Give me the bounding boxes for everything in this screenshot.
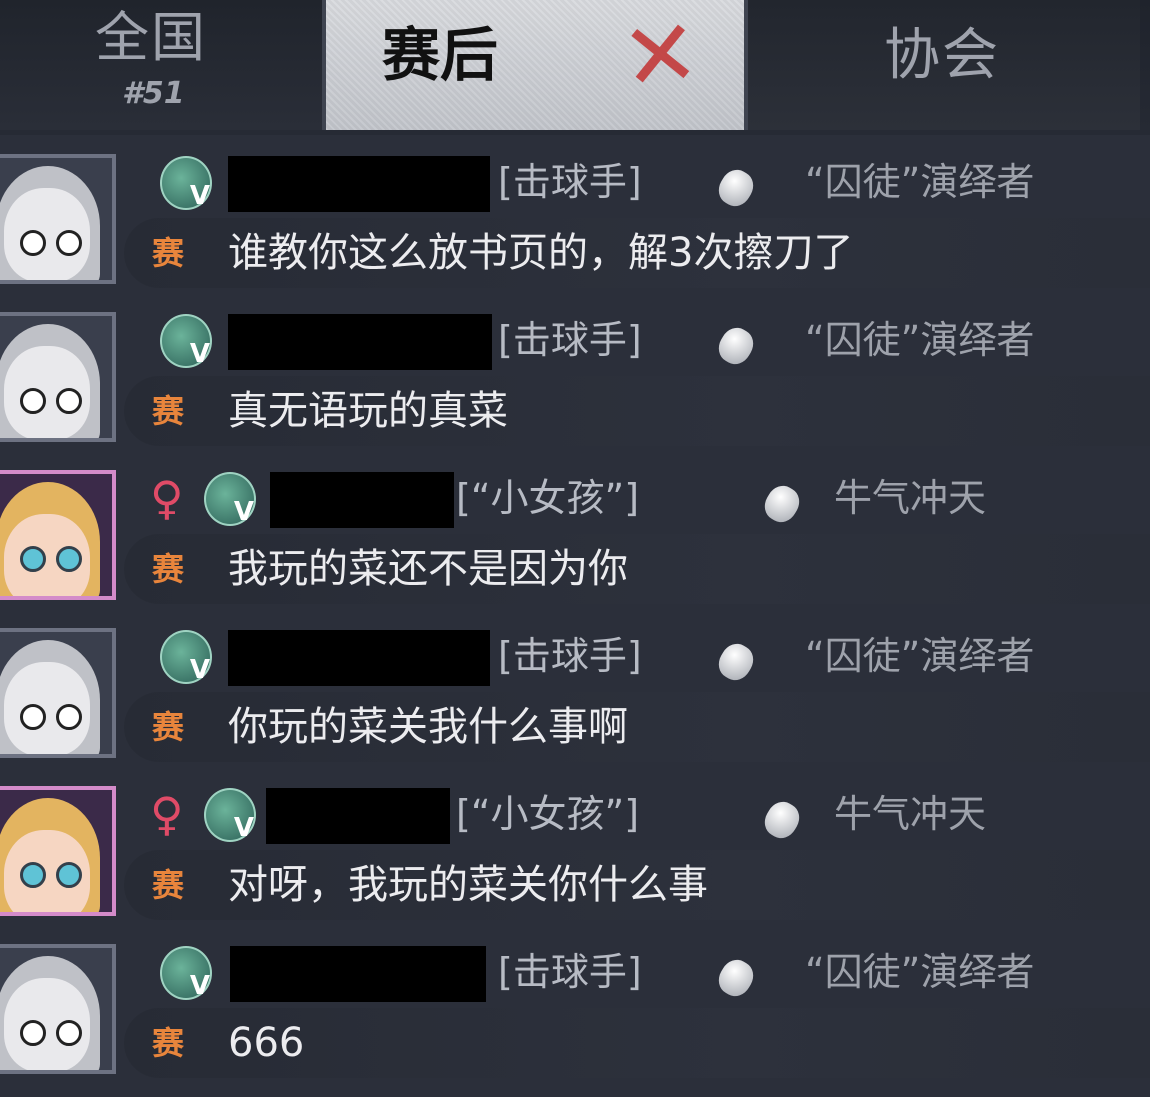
message-header: V [击球手] “囚徒”演绎者 bbox=[150, 308, 1150, 378]
redacted-username[interactable] bbox=[228, 630, 490, 686]
message-bubble: 赛 谁教你这么放书页的，解3次擦刀了 bbox=[124, 218, 1150, 288]
player-avatar[interactable] bbox=[0, 944, 116, 1074]
player-role: [击球手] bbox=[498, 634, 642, 678]
message-text: 真无语玩的真菜 bbox=[228, 388, 508, 434]
tab-association[interactable]: 协会 bbox=[748, 0, 1140, 130]
player-title: 牛气冲天 bbox=[834, 476, 987, 520]
match-tag: 赛 bbox=[152, 392, 185, 430]
match-tag: 赛 bbox=[152, 1024, 185, 1062]
redacted-username[interactable] bbox=[270, 472, 454, 528]
redacted-username[interactable] bbox=[230, 946, 486, 1002]
player-avatar[interactable] bbox=[0, 312, 116, 442]
message-bubble: 赛 你玩的菜关我什么事啊 bbox=[124, 692, 1150, 762]
vip-badge-icon: V bbox=[204, 472, 256, 526]
player-role: [击球手] bbox=[498, 950, 642, 994]
vip-badge-icon: V bbox=[160, 946, 212, 1000]
female-gender-icon: ♀ bbox=[150, 471, 184, 525]
player-avatar[interactable] bbox=[0, 786, 116, 916]
message-text: 谁教你这么放书页的，解3次擦刀了 bbox=[228, 230, 854, 276]
message-text: 对呀，我玩的菜关你什么事 bbox=[228, 862, 708, 908]
cross-mark-icon: ✕ bbox=[616, 0, 705, 113]
player-avatar[interactable] bbox=[0, 470, 116, 600]
player-role: [击球手] bbox=[498, 318, 642, 362]
redacted-username[interactable] bbox=[228, 314, 492, 370]
message-bubble: 赛 对呀，我玩的菜关你什么事 bbox=[124, 850, 1150, 920]
player-title: “囚徒”演绎者 bbox=[805, 950, 1035, 994]
tab-postgame-label: 赛后 bbox=[382, 21, 499, 89]
female-gender-icon: ♀ bbox=[150, 787, 184, 841]
chat-message: ♀ V [“小女孩”] 牛气冲天 赛 对呀，我玩的菜关你什么事 bbox=[0, 782, 1150, 939]
badge-pin-icon bbox=[713, 954, 759, 1002]
badge-pin-icon bbox=[713, 322, 759, 370]
tab-bar: 全国 #51 赛后 ✕ 协会 bbox=[0, 0, 1150, 135]
message-header: V [击球手] “囚徒”演绎者 bbox=[150, 624, 1150, 694]
match-tag: 赛 bbox=[152, 550, 185, 588]
redacted-username[interactable] bbox=[228, 156, 490, 212]
vip-badge-icon: V bbox=[160, 630, 212, 684]
badge-pin-icon bbox=[713, 164, 759, 212]
message-header: ♀ V [“小女孩”] 牛气冲天 bbox=[150, 466, 1150, 536]
message-bubble: 赛 真无语玩的真菜 bbox=[124, 376, 1150, 446]
message-header: V [击球手] “囚徒”演绎者 bbox=[150, 150, 1150, 220]
player-title: 牛气冲天 bbox=[834, 792, 987, 836]
player-avatar[interactable] bbox=[0, 154, 116, 284]
message-text: 666 bbox=[228, 1020, 305, 1066]
match-tag: 赛 bbox=[152, 866, 185, 904]
player-role: [击球手] bbox=[498, 160, 642, 204]
player-avatar[interactable] bbox=[0, 628, 116, 758]
chat-message: ♀ V [“小女孩”] 牛气冲天 赛 我玩的菜还不是因为你 bbox=[0, 466, 1150, 623]
badge-pin-icon bbox=[759, 796, 805, 844]
chat-message: V [击球手] “囚徒”演绎者 赛 666 bbox=[0, 940, 1150, 1097]
player-title: “囚徒”演绎者 bbox=[805, 634, 1035, 678]
badge-pin-icon bbox=[759, 480, 805, 528]
tab-association-label: 协会 bbox=[884, 23, 1000, 88]
message-bubble: 赛 我玩的菜还不是因为你 bbox=[124, 534, 1150, 604]
tab-national-label: 全国 bbox=[95, 6, 207, 69]
message-text: 我玩的菜还不是因为你 bbox=[228, 546, 628, 592]
match-tag: 赛 bbox=[152, 234, 185, 272]
redacted-username[interactable] bbox=[266, 788, 450, 844]
message-header: ♀ V [“小女孩”] 牛气冲天 bbox=[150, 782, 1150, 852]
player-title: “囚徒”演绎者 bbox=[805, 160, 1035, 204]
national-rank: #51 bbox=[122, 76, 185, 111]
chat-message: V [击球手] “囚徒”演绎者 赛 真无语玩的真菜 bbox=[0, 308, 1150, 465]
message-text: 你玩的菜关我什么事啊 bbox=[228, 704, 628, 750]
chat-message: V [击球手] “囚徒”演绎者 赛 谁教你这么放书页的，解3次擦刀了 bbox=[0, 150, 1150, 307]
vip-badge-icon: V bbox=[160, 314, 212, 368]
tab-national[interactable]: 全国 #51 bbox=[0, 0, 322, 130]
player-role: [“小女孩”] bbox=[456, 476, 640, 520]
player-role: [“小女孩”] bbox=[456, 792, 640, 836]
vip-badge-icon: V bbox=[160, 156, 212, 210]
message-bubble: 赛 666 bbox=[124, 1008, 1150, 1078]
message-header: V [击球手] “囚徒”演绎者 bbox=[150, 940, 1150, 1010]
badge-pin-icon bbox=[713, 638, 759, 686]
vip-badge-icon: V bbox=[204, 788, 256, 842]
match-tag: 赛 bbox=[152, 708, 185, 746]
tab-postgame[interactable]: 赛后 ✕ bbox=[326, 0, 744, 130]
player-title: “囚徒”演绎者 bbox=[805, 318, 1035, 362]
chat-message: V [击球手] “囚徒”演绎者 赛 你玩的菜关我什么事啊 bbox=[0, 624, 1150, 781]
